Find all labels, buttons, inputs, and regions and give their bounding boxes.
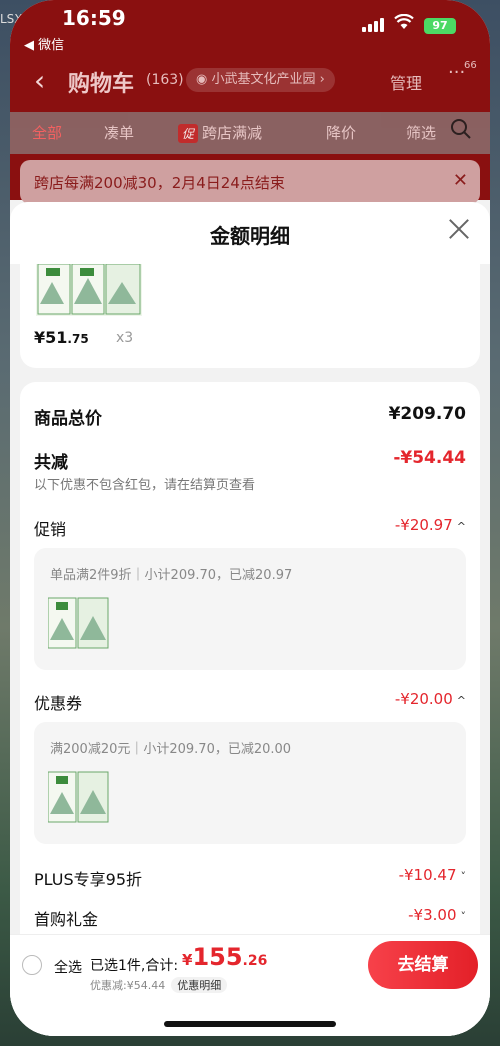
discount-line: 优惠减:¥54.44 优惠明细	[90, 977, 228, 993]
item-price: ¥51.75	[34, 328, 89, 347]
status-time: 16:59	[62, 6, 126, 30]
location-label: 小武基文化产业园 ›	[211, 72, 325, 87]
tab-price-drop[interactable]: 降价	[326, 122, 356, 143]
product-card: ¥51.75 x3	[20, 263, 480, 368]
checkout-button[interactable]: 去结算	[368, 941, 478, 989]
coupon-detail-text: 满200减20元｜小计209.70，已减20.00	[50, 742, 292, 757]
chevron-up-icon[interactable]: ^	[457, 694, 466, 707]
product-thumbnail[interactable]	[47, 596, 110, 652]
total-row: 商品总价 ¥209.70	[34, 404, 466, 429]
total-price: ¥155.26	[182, 943, 267, 971]
total-int: 155	[192, 943, 243, 971]
more-icon[interactable]: ···	[448, 62, 465, 83]
coupon-label: 优惠券	[34, 694, 83, 713]
status-bar: 16:59 ◀ 微信 97	[10, 0, 490, 53]
item-quantity: x3	[116, 330, 134, 346]
reduce-label: 共减	[34, 453, 68, 473]
item-price-int: ¥51	[34, 328, 68, 347]
chevron-up-icon[interactable]: ^	[457, 520, 466, 533]
phone-screen: 16:59 ◀ 微信 97 ‹ 购物车 (163) ◉ 小武基文化产业园 › 管…	[10, 0, 490, 1036]
wifi-icon	[394, 13, 414, 35]
plus-value-wrap: -¥10.47 ˅	[399, 866, 466, 884]
signal-icon	[362, 18, 386, 32]
chevron-down-icon[interactable]: ˅	[461, 870, 467, 883]
cart-count: (163)	[146, 72, 184, 88]
selected-summary: 已选1件,合计:	[90, 958, 179, 974]
battery-icon: 97	[424, 18, 456, 34]
promo-badge: 促	[178, 124, 199, 143]
promo-detail: 单品满2件9折｜小计209.70，已减20.97	[34, 548, 466, 670]
plus-label: PLUS专享95折	[34, 870, 142, 889]
reduce-note: 以下优惠不包含红包，请在结算页查看	[34, 478, 256, 493]
tab-filter[interactable]: 筛选	[406, 122, 436, 143]
nav-bar: ‹ 购物车 (163) ◉ 小武基文化产业园 › 管理 ··· 66	[10, 60, 490, 102]
plus-row[interactable]: PLUS专享95折 -¥10.47 ˅	[34, 866, 466, 889]
back-to-app-link[interactable]: ◀ 微信	[24, 34, 64, 53]
checkout-bar: 全选 已选1件,合计: ¥155.26 优惠减:¥54.44 优惠明细 去结算	[10, 934, 490, 1036]
page-title: 购物车	[68, 72, 135, 97]
total-label: 商品总价	[34, 409, 102, 429]
tab-cross-store-label: 跨店满减	[202, 124, 263, 142]
product-thumbnail[interactable]	[47, 770, 110, 826]
close-icon[interactable]: ✕	[453, 170, 468, 191]
item-price-dec: .75	[67, 332, 89, 346]
chevron-down-icon[interactable]: ˅	[461, 910, 467, 923]
discount-detail-button[interactable]: 优惠明细	[171, 977, 228, 993]
select-all-radio[interactable]	[22, 955, 42, 975]
close-icon[interactable]	[446, 216, 472, 242]
coupon-value: -¥20.00	[394, 690, 453, 708]
coupon-value-wrap: -¥20.00 ^	[395, 690, 466, 708]
location-selector[interactable]: ◉ 小武基文化产业园 ›	[186, 68, 335, 92]
amount-detail-sheet: 金额明细 ¥51.75 x3 商品总价 ¥209.70 共减 -¥54.44 以…	[10, 202, 490, 1036]
plus-value: -¥10.47	[398, 866, 457, 884]
product-image[interactable]	[36, 263, 142, 316]
promo-banner: 跨店每满200减30，2月4日24点结束 ✕	[20, 160, 480, 204]
home-indicator[interactable]	[164, 1021, 336, 1027]
select-all-label[interactable]: 全选	[54, 957, 82, 977]
tab-cou-dan[interactable]: 凑单	[104, 122, 134, 143]
promo-row[interactable]: 促销 -¥20.97 ^	[34, 516, 466, 539]
tab-cross-store[interactable]: 促跨店满减	[178, 122, 262, 143]
coupon-row[interactable]: 优惠券 -¥20.00 ^	[34, 690, 466, 713]
sheet-title: 金额明细	[210, 224, 290, 248]
first-purchase-label: 首购礼金	[34, 910, 99, 929]
filter-tabs: 全部 凑单 促跨店满减 降价 筛选	[10, 112, 490, 154]
message-count-badge: 66	[464, 60, 477, 71]
total-currency: ¥	[182, 951, 193, 969]
total-dec: .26	[242, 953, 268, 969]
promo-value: -¥20.97	[394, 516, 453, 534]
banner-text: 跨店每满200减30，2月4日24点结束	[34, 174, 285, 192]
reduce-row: 共减 -¥54.44 以下优惠不包含红包，请在结算页查看	[34, 448, 466, 496]
tab-all[interactable]: 全部	[32, 122, 62, 143]
eye-icon: ◉	[196, 72, 212, 87]
first-purchase-row[interactable]: 首购礼金 -¥3.00 ˅	[34, 906, 466, 929]
search-icon[interactable]	[450, 118, 472, 144]
promo-detail-text: 单品满2件9折｜小计209.70，已减20.97	[50, 568, 293, 583]
total-value: ¥209.70	[388, 404, 466, 424]
first-purchase-value: -¥3.00	[408, 906, 457, 924]
manage-button[interactable]: 管理	[390, 70, 422, 94]
coupon-detail: 满200减20元｜小计209.70，已减20.00	[34, 722, 466, 844]
first-purchase-value-wrap: -¥3.00 ˅	[408, 906, 466, 924]
promo-label: 促销	[34, 520, 67, 539]
reduce-value: -¥54.44	[393, 448, 466, 468]
discount-amount: 优惠减:¥54.44	[90, 979, 166, 992]
back-chevron-icon[interactable]: ‹	[34, 64, 45, 97]
promo-value-wrap: -¥20.97 ^	[395, 516, 466, 534]
sheet-header: 金额明细	[10, 202, 490, 264]
